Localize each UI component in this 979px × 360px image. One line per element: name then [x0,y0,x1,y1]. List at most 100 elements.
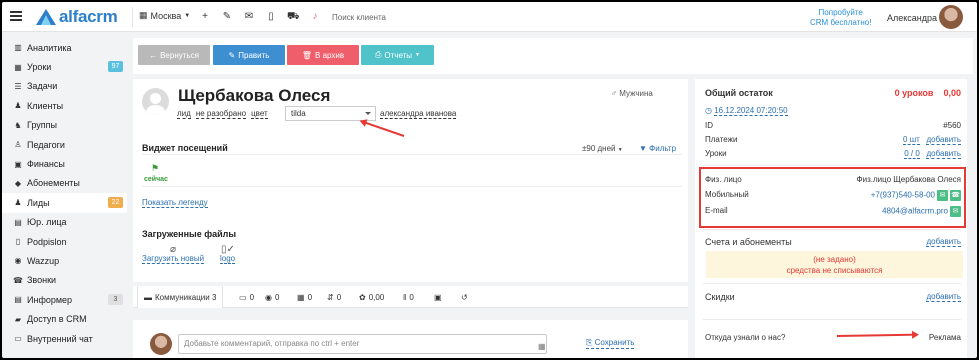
period-select[interactable]: ±90 дней ▼ [582,144,623,153]
calendar-icon[interactable]: ▦ [538,342,546,351]
avatar[interactable] [939,5,963,29]
user-name[interactable]: Александра [887,13,937,23]
sidebar-item[interactable]: ◉ Wazzup [2,251,127,270]
menu-icon[interactable] [10,11,22,21]
sidebar-item-label: Группы [27,120,57,131]
wrench-icon[interactable]: ✎ [221,11,233,23]
count-badge: 3 [108,294,123,306]
comment-input[interactable]: Добавьте комментарий, отправка по ctrl +… [178,334,547,354]
gift-icon: ✿ [359,292,366,302]
upload-file-link[interactable]: Загрузить новый [142,254,205,264]
tag-status[interactable]: не разобрано [195,109,247,119]
chevron-down-icon: ▼ [415,52,420,58]
mail-icon[interactable]: ✉ [243,11,255,23]
id-value: #560 [943,121,961,130]
tab[interactable]: ✿ 0,00 [355,286,388,308]
teacher-icon: ♙ [14,140,22,150]
city-select[interactable]: ▦ Москва ▼ [139,10,190,21]
payments-add-link[interactable]: добавить [926,135,961,145]
sidebar-item[interactable]: ▤ Информер 3 [2,290,127,309]
discounts-title: Скидки [705,292,735,302]
bell-icon[interactable]: ♪ [309,11,321,23]
sidebar-item-label: Уроки [27,62,52,73]
sidebar-item[interactable]: ☰ Задачи [2,77,127,96]
chevron-down-icon: ▼ [184,12,191,19]
sidebar-item[interactable]: ▯ Podpislon [2,232,127,251]
files-title: Загруженные файлы [142,229,237,239]
tab-label: 0 [307,292,313,302]
source-value: Реклама [928,333,961,342]
sidebar-item[interactable]: ▭ Внутренний чат [2,329,127,348]
tag-lead[interactable]: лид [177,109,191,119]
balance-lessons: 0 уроков [894,88,934,98]
sidebar-item[interactable]: ▣ Финансы [2,154,127,173]
tab[interactable]: ▣ [430,286,449,308]
promo-link[interactable]: Попробуйте CRM бесплатно! [810,8,871,28]
tab[interactable]: ◉ 0 [261,286,283,308]
save-comment-link[interactable]: ⎘ Сохранить [586,338,635,349]
chart-icon: ▥ [14,43,22,53]
owner-link[interactable]: александра иванова [380,109,457,119]
flag-icon: ⚑ [151,163,160,173]
reports-button[interactable]: ⎙ Отчеты ▼ [361,45,434,65]
tab[interactable]: ▭ 0 [235,286,258,308]
tab[interactable]: ↺ [457,286,475,308]
client-tags: лид не разобрано цвет [177,109,268,119]
lessons-count[interactable]: 0 / 0 [904,149,920,159]
sidebar-item[interactable]: ▤ Юр. лица [2,213,127,232]
sidebar-item[interactable]: ♙ Педагоги [2,135,127,154]
sidebar-item[interactable]: ▰ Доступ в CRM [2,309,127,328]
datetime-value[interactable]: 16.12.2024 07:20:50 [714,106,788,116]
visits-title: Виджет посещений [142,143,228,153]
gender-value: Мужчина [619,89,653,98]
subscriptions-add-link[interactable]: добавить [926,237,961,247]
tab-label: 0 [409,292,414,302]
sidebar: ▥ Аналитика ▦ Уроки 97 ☰ Задачи ♟ Клиенты ♞ Группы… [2,38,127,348]
promo-line2: CRM бесплатно! [810,18,872,27]
promo-line1: Попробуйте [818,8,863,17]
edit-label: Править [238,50,270,60]
subscriptions-row: Счета и абонементы добавить [705,237,961,247]
back-button[interactable]: ← Вернуться [138,45,210,65]
archive-button[interactable]: 🗑 В архив [287,45,359,65]
tab[interactable]: ▬ Коммуникации 3 [137,286,224,308]
sidebar-item[interactable]: ◆ Абонементы [2,174,127,193]
logo[interactable]: alfacrm [36,7,118,26]
tab[interactable]: ▦ 0 [293,286,316,308]
sidebar-item[interactable]: ▦ Уроки 97 [2,57,127,76]
pencil-icon: ✎ [228,50,236,60]
discounts-row: Скидки добавить [705,292,961,302]
datetime-row: ◷ 16.12.2024 07:20:50 [705,106,961,116]
building-icon: ▦ [139,10,148,20]
sidebar-item[interactable]: ☎ Звонки [2,271,127,290]
divider [703,319,961,320]
tab[interactable]: ⇵ 0 [323,286,345,308]
sidebar-item-label: Звонки [27,275,57,286]
edit-button[interactable]: ✎ Править [213,45,285,65]
tag-color[interactable]: цвет [251,109,268,119]
sidebar-item[interactable]: ▥ Аналитика [2,38,127,57]
discounts-add-link[interactable]: добавить [926,292,961,302]
tab-label: 0,00 [368,292,385,302]
sidebar-item-label: Информер [27,294,73,305]
sidebar-item[interactable]: ♟ Лиды 22 [2,193,127,213]
lessons-add-link[interactable]: добавить [926,149,961,159]
file-logo-link[interactable]: logo [220,254,236,264]
gender-label: ♂ Мужчина [611,89,653,98]
payments-count[interactable]: 0 шт [903,135,920,145]
mobile-icon[interactable]: ▯ [265,11,277,23]
filter-button[interactable]: ▼ Фильтр [639,144,676,153]
logo-text: alfacrm [59,7,118,26]
message-icon: ▭ [239,292,247,302]
building-icon: ▤ [14,217,22,227]
sidebar-item[interactable]: ♟ Клиенты [2,96,127,115]
cart-icon[interactable]: ⛟ [287,11,300,23]
sidebar-item[interactable]: ♞ Группы [2,116,127,135]
balance-title: Общий остаток [705,88,773,98]
search-input[interactable]: Поиск клиента [332,13,386,22]
client-avatar[interactable] [142,88,169,115]
source-label: Откуда узнали о нас? [705,333,786,342]
tab[interactable]: ‖ 0 [399,286,418,308]
show-legend-link[interactable]: Показать легенду [142,198,208,208]
add-icon[interactable]: + [199,11,211,23]
